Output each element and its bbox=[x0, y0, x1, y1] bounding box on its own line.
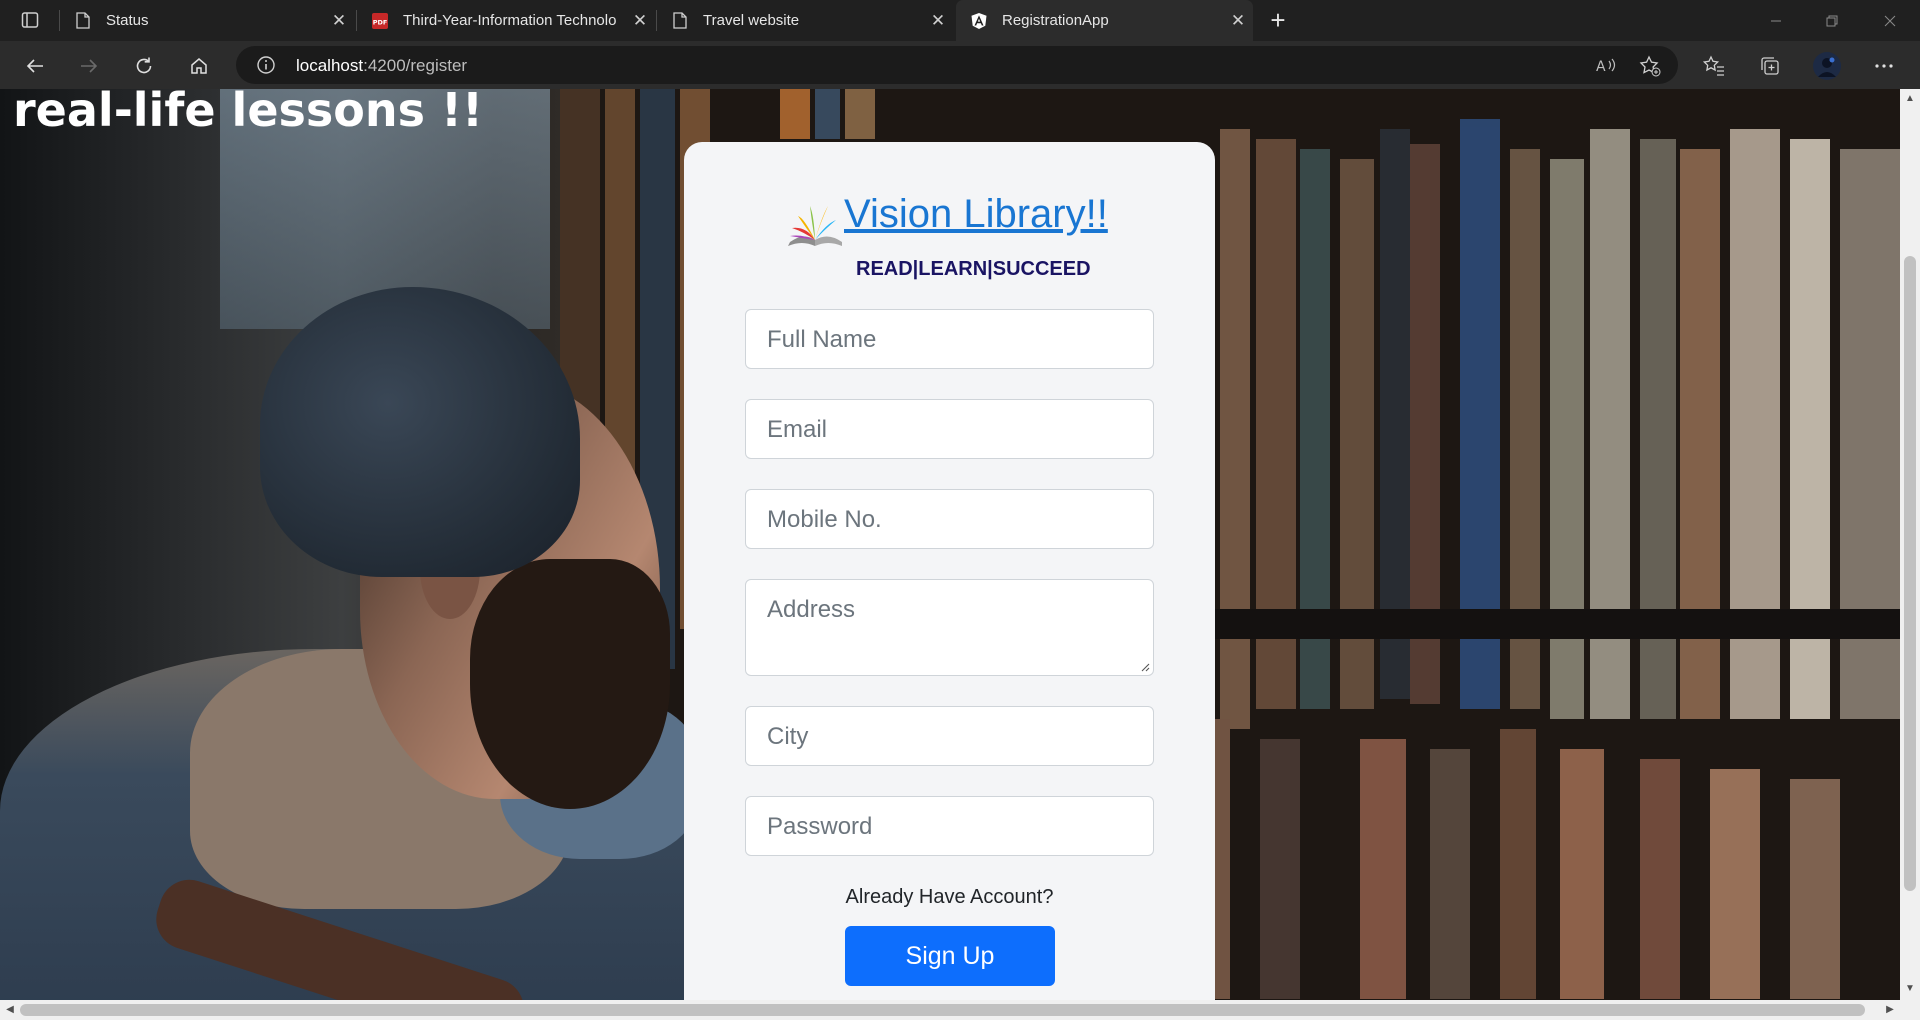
registration-card: Vision Library!! READ|LEARN|SUCCEED Full… bbox=[684, 142, 1215, 1000]
full-name-input[interactable]: Full Name bbox=[745, 309, 1154, 369]
profile-button[interactable] bbox=[1810, 49, 1844, 83]
url-host: localhost bbox=[296, 56, 364, 75]
collections-icon bbox=[1761, 57, 1779, 75]
tab-status[interactable]: Status ✕ bbox=[60, 0, 354, 41]
add-favorite-button[interactable] bbox=[1637, 53, 1663, 79]
scroll-down-arrow-icon[interactable]: ▼ bbox=[1900, 981, 1920, 997]
scroll-left-arrow-icon[interactable]: ◀ bbox=[0, 1000, 20, 1020]
collections-button[interactable] bbox=[1753, 49, 1787, 83]
angular-icon bbox=[970, 12, 988, 30]
scroll-right-arrow-icon[interactable]: ▶ bbox=[1880, 1000, 1900, 1020]
horizontal-scrollbar[interactable]: ◀ ▶ bbox=[0, 1000, 1900, 1020]
avatar bbox=[1813, 52, 1841, 80]
scroll-up-arrow-icon[interactable]: ▲ bbox=[1900, 91, 1920, 107]
city-input[interactable]: City bbox=[745, 706, 1154, 766]
more-dots-icon bbox=[1875, 64, 1893, 68]
vertical-scrollbar[interactable]: ▲ ▼ bbox=[1900, 89, 1920, 1000]
restore-icon bbox=[1826, 15, 1838, 26]
brand-title-link[interactable]: Vision Library!! bbox=[844, 192, 1108, 237]
person-beanie bbox=[260, 287, 580, 577]
scrollbar-corner bbox=[1900, 1000, 1920, 1020]
pdf-icon: PDF bbox=[371, 12, 389, 30]
tab-actions-button[interactable] bbox=[12, 6, 48, 34]
site-info-icon[interactable] bbox=[256, 55, 276, 75]
vertical-scroll-thumb[interactable] bbox=[1904, 256, 1916, 891]
read-aloud-button[interactable]: A bbox=[1593, 53, 1619, 79]
home-button[interactable] bbox=[182, 49, 216, 83]
browser-toolbar: localhost:4200/register A bbox=[0, 41, 1920, 89]
favorites-button[interactable] bbox=[1697, 49, 1731, 83]
mobile-input[interactable]: Mobile No. bbox=[745, 489, 1154, 549]
page-icon bbox=[74, 12, 92, 30]
svg-text:A: A bbox=[1596, 59, 1606, 75]
resize-handle-icon[interactable] bbox=[1140, 662, 1150, 672]
tab-title: Travel website bbox=[703, 12, 800, 29]
refresh-button[interactable] bbox=[127, 49, 161, 83]
tab-close-button[interactable]: ✕ bbox=[923, 11, 953, 31]
address-placeholder: Address bbox=[767, 596, 856, 623]
tab-travel-website[interactable]: Travel website ✕ bbox=[657, 0, 953, 41]
hero-headline: real-life lessons !! bbox=[13, 89, 483, 137]
refresh-icon bbox=[136, 57, 152, 74]
tab-registration-app[interactable]: RegistrationApp ✕ bbox=[956, 0, 1253, 41]
email-placeholder: Email bbox=[767, 416, 828, 443]
window-close-button[interactable] bbox=[1862, 0, 1918, 41]
tab-title: Third-Year-Information Technolo bbox=[403, 12, 617, 29]
page-icon bbox=[671, 12, 689, 30]
brand-tagline: READ|LEARN|SUCCEED bbox=[856, 258, 1091, 280]
tab-close-button[interactable]: ✕ bbox=[1223, 11, 1253, 31]
restore-button[interactable] bbox=[1804, 0, 1860, 41]
tab-pdf-document[interactable]: PDF Third-Year-Information Technolo ✕ bbox=[357, 0, 655, 41]
tab-close-button[interactable]: ✕ bbox=[324, 11, 354, 31]
forward-arrow-icon bbox=[81, 59, 98, 73]
back-button[interactable] bbox=[18, 49, 52, 83]
tab-actions-icon bbox=[21, 12, 39, 28]
email-input[interactable]: Email bbox=[745, 399, 1154, 459]
back-arrow-icon bbox=[26, 59, 43, 73]
address-bar[interactable]: localhost:4200/register A bbox=[236, 46, 1678, 84]
favorites-icon bbox=[1703, 55, 1724, 76]
address-textarea[interactable]: Address bbox=[745, 579, 1154, 676]
url-text[interactable]: localhost:4200/register bbox=[296, 56, 467, 76]
full-name-placeholder: Full Name bbox=[767, 326, 877, 353]
open-book-logo-icon bbox=[788, 206, 842, 246]
svg-text:PDF: PDF bbox=[373, 18, 388, 26]
tab-strip: Status ✕ PDF Third-Year-Information Tech… bbox=[0, 0, 1920, 41]
home-icon bbox=[191, 58, 207, 74]
tab-close-button[interactable]: ✕ bbox=[625, 11, 655, 31]
url-path: :4200/register bbox=[363, 56, 468, 75]
tab-title: RegistrationApp bbox=[1002, 12, 1109, 29]
sign-up-button[interactable]: Sign Up bbox=[845, 926, 1055, 986]
tab-title: Status bbox=[106, 12, 149, 29]
password-input[interactable]: Password bbox=[745, 796, 1154, 856]
mobile-placeholder: Mobile No. bbox=[767, 506, 882, 533]
brand-header: Vision Library!! bbox=[784, 190, 1124, 250]
password-placeholder: Password bbox=[767, 813, 873, 840]
star-add-icon bbox=[1639, 55, 1661, 77]
minimize-icon bbox=[1771, 20, 1781, 21]
city-placeholder: City bbox=[767, 723, 809, 750]
read-aloud-icon: A bbox=[1596, 58, 1616, 75]
person-beard bbox=[470, 559, 670, 809]
forward-button[interactable] bbox=[72, 49, 106, 83]
page-viewport: real-life lessons !! Vision Library!! RE… bbox=[0, 89, 1900, 1000]
minimize-button[interactable] bbox=[1748, 0, 1804, 41]
close-icon bbox=[1884, 15, 1896, 26]
new-tab-button[interactable]: + bbox=[1262, 4, 1294, 36]
settings-more-button[interactable] bbox=[1867, 49, 1901, 83]
already-have-account-link[interactable]: Already Have Account? bbox=[684, 886, 1215, 909]
horizontal-scroll-thumb[interactable] bbox=[20, 1004, 1865, 1016]
